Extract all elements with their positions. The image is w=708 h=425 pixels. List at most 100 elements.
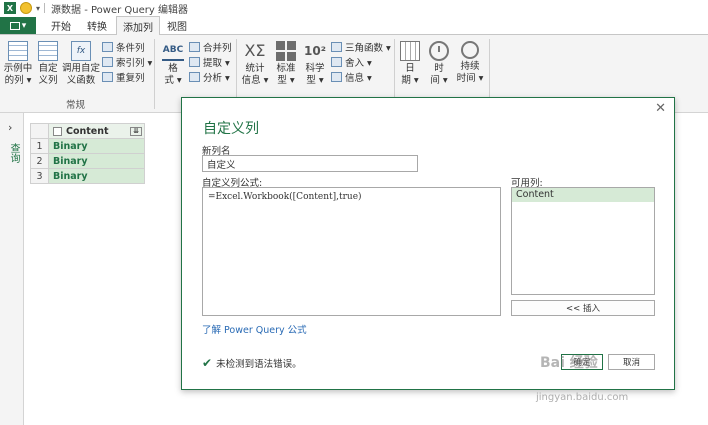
format-abc-icon: ABC xyxy=(162,41,184,61)
syntax-status-text: 未检测到语法错误。 xyxy=(216,359,302,370)
rounding-label: 舍入 ▾ xyxy=(345,58,372,69)
invoke-function-button[interactable]: fx 调用自定 义函数 xyxy=(62,41,100,87)
clock-icon xyxy=(429,41,449,61)
custom-column-dialog: ✕ 自定义列 新列名 自定义列公式: =Excel.Workbook([Cont… xyxy=(181,97,675,390)
column-from-examples-button[interactable]: 示例中 的列 ▾ xyxy=(3,41,33,87)
duration-label-1: 持续 xyxy=(460,61,480,72)
column-header-content[interactable]: Content ⇊ xyxy=(48,123,145,139)
duration-label-2: 时间 ▾ xyxy=(456,73,484,84)
information-icon xyxy=(331,72,342,82)
invoke-function-label-1: 调用自定 xyxy=(62,63,101,74)
index-column-icon xyxy=(102,57,113,67)
watermark-url: jingyan.baidu.com xyxy=(536,392,629,403)
close-icon[interactable]: ✕ xyxy=(655,101,666,116)
statistics-label-1: 统计 xyxy=(245,63,265,74)
trig-label: 三角函数 ▾ xyxy=(345,43,391,54)
excel-icon[interactable]: X xyxy=(4,2,16,14)
date-button[interactable]: 日 期 ▾ xyxy=(398,41,422,87)
power-icon: 10² xyxy=(304,44,326,58)
parse-label: 分析 ▾ xyxy=(203,73,230,84)
qat-dropdown-icon[interactable]: ▾ xyxy=(36,4,40,13)
time-label-2: 间 ▾ xyxy=(430,75,448,86)
duplicate-column-label: 重复列 xyxy=(116,73,145,84)
invoke-function-icon: fx xyxy=(71,41,91,61)
index-column-button[interactable]: 索引列 ▾ xyxy=(102,55,152,69)
index-column-label: 索引列 ▾ xyxy=(116,58,153,69)
standard-label-1: 标准 xyxy=(276,63,296,74)
time-button[interactable]: 时 间 ▾ xyxy=(427,41,451,87)
tab-view[interactable]: 视图 xyxy=(162,16,192,35)
merge-columns-button[interactable]: 合并列 xyxy=(189,40,232,54)
tab-transform[interactable]: 转换 xyxy=(80,16,114,35)
conditional-column-icon xyxy=(102,42,113,52)
binary-cell[interactable]: Binary xyxy=(48,138,145,154)
extract-icon xyxy=(189,57,200,67)
syntax-status: ✔ 未检测到语法错误。 xyxy=(202,356,302,370)
extract-button[interactable]: 提取 ▾ xyxy=(189,55,230,69)
scientific-button[interactable]: 10² 科学 型 ▾ xyxy=(302,41,328,87)
row-number: 1 xyxy=(30,138,49,154)
merge-columns-icon xyxy=(189,42,200,52)
duplicate-column-button[interactable]: 重复列 xyxy=(102,70,145,84)
format-button[interactable]: ABC 格 式 ▾ xyxy=(160,41,186,87)
ribbon-separator xyxy=(154,39,155,109)
new-column-name-input[interactable] xyxy=(202,155,418,172)
column-from-examples-label-1: 示例中 xyxy=(3,63,33,74)
date-label-2: 期 ▾ xyxy=(401,75,419,86)
available-columns-list[interactable]: Content xyxy=(511,187,655,295)
queries-pane-label[interactable]: 查询 xyxy=(6,143,21,163)
duplicate-column-icon xyxy=(102,72,113,82)
binary-type-icon[interactable] xyxy=(53,126,62,136)
title-separator xyxy=(44,3,46,13)
row-number: 3 xyxy=(30,168,49,184)
chevron-right-icon[interactable]: › xyxy=(8,121,12,134)
parse-icon xyxy=(189,72,200,82)
timer-icon xyxy=(461,41,479,59)
learn-formulas-link[interactable]: 了解 Power Query 公式 xyxy=(202,322,307,336)
column-from-examples-label-2: 的列 ▾ xyxy=(4,75,32,86)
standard-grid-icon xyxy=(276,41,296,61)
time-label-1: 时 xyxy=(434,63,444,74)
list-item[interactable]: Content xyxy=(512,188,654,202)
custom-column-icon xyxy=(38,41,58,61)
custom-column-button[interactable]: 自定 义列 xyxy=(35,41,61,87)
binary-cell[interactable]: Binary xyxy=(48,168,145,184)
sigma-icon: XΣ xyxy=(244,41,266,60)
standard-label-2: 型 ▾ xyxy=(277,75,295,86)
ribbon-tabs: ▾ 开始 转换 添加列 视图 xyxy=(0,16,708,36)
column-header-label: Content xyxy=(66,125,109,137)
title-bar: X ▾ 源数据 - Power Query 编辑器 xyxy=(0,0,708,16)
scientific-label-2: 型 ▾ xyxy=(306,75,324,86)
statistics-button[interactable]: XΣ 统计 信息 ▾ xyxy=(240,41,270,87)
conditional-column-button[interactable]: 条件列 xyxy=(102,40,145,54)
standard-button[interactable]: 标准 型 ▾ xyxy=(272,41,300,87)
smile-icon[interactable] xyxy=(20,2,32,14)
checkmark-icon: ✔ xyxy=(202,356,213,370)
formula-textarea[interactable]: =Excel.Workbook([Content],true) xyxy=(202,187,501,316)
file-tab[interactable]: ▾ xyxy=(0,17,36,34)
cancel-button[interactable]: 取消 xyxy=(608,354,655,370)
rounding-button[interactable]: 舍入 ▾ xyxy=(331,55,372,69)
parse-button[interactable]: 分析 ▾ xyxy=(189,70,230,84)
statistics-label-2: 信息 ▾ xyxy=(241,75,269,86)
custom-column-label-1: 自定 xyxy=(38,63,58,74)
trig-icon xyxy=(331,42,342,52)
expand-icon[interactable]: ⇊ xyxy=(130,126,142,136)
binary-cell[interactable]: Binary xyxy=(48,153,145,169)
date-label-1: 日 xyxy=(405,63,415,74)
grid-corner-table-icon[interactable] xyxy=(30,123,49,139)
group-label-general: 常规 xyxy=(66,100,86,111)
window-title: 源数据 - Power Query 编辑器 xyxy=(51,4,188,16)
format-label-1: 格 xyxy=(168,63,178,74)
information-button[interactable]: 信息 ▾ xyxy=(331,70,372,84)
duration-button[interactable]: 持续 时间 ▾ xyxy=(454,41,486,85)
format-label-2: 式 ▾ xyxy=(164,75,182,86)
scientific-label-1: 科学 xyxy=(305,63,325,74)
tab-add-column[interactable]: 添加列 xyxy=(116,16,160,36)
watermark-text: Bai 经验 xyxy=(540,355,598,371)
dialog-title: 自定义列 xyxy=(203,121,259,137)
trig-button[interactable]: 三角函数 ▾ xyxy=(331,40,391,54)
tab-home[interactable]: 开始 xyxy=(44,16,78,35)
insert-button[interactable]: << 插入 xyxy=(511,300,655,316)
invoke-function-label-2: 义函数 xyxy=(66,75,96,86)
